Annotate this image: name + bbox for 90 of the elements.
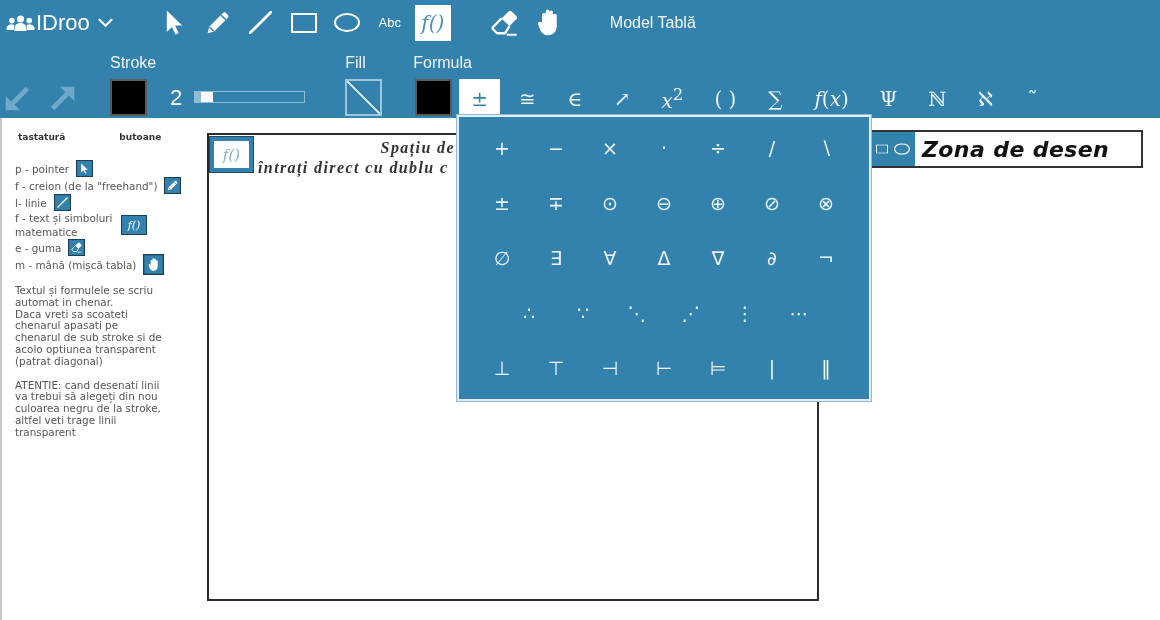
symbol-button[interactable]: | (753, 348, 791, 387)
formula-button-image: f() (121, 215, 147, 235)
shortcut-text: f - creion (de la "freehand") (15, 178, 158, 193)
zone-title: Zona de desen (922, 136, 1110, 162)
help-paragraph: Textul și formulele se scriu automat in chenar. (15, 285, 155, 309)
app-menu-button[interactable]: IDroo (6, 9, 113, 36)
column-heading: butoane (119, 131, 162, 143)
symbol-button[interactable]: ∂ (753, 238, 791, 277)
fill-label: Fill (345, 53, 366, 73)
symbol-button[interactable]: ⊤ (537, 348, 575, 387)
pencil-icon (206, 11, 229, 34)
formula-label: Formula (413, 53, 472, 73)
diagonal-line-icon (249, 11, 273, 34)
symbol-button[interactable]: ∴ (510, 293, 548, 332)
symbol-button[interactable]: ⊨ (699, 348, 737, 387)
fill-color-swatch[interactable] (345, 79, 383, 116)
symbol-button[interactable]: ÷ (699, 128, 737, 167)
symbol-button[interactable]: ⊗ (807, 183, 845, 222)
arrow-up-right-icon (50, 86, 75, 111)
symbol-button[interactable]: Δ (645, 238, 683, 277)
symbol-tab[interactable]: x$^{2}$ (649, 79, 696, 118)
column-heading: tastatură (18, 131, 66, 143)
symbol-tab[interactable]: ∑ (755, 79, 796, 118)
symbol-button[interactable]: ± (483, 183, 521, 222)
shortcut-text: p - pointer (15, 161, 70, 176)
rectangle-icon (876, 144, 888, 154)
help-paragraph: Daca vreti sa scoateti chenarul apasati pe chenarul de sub stroke si de acolo optiunea transparent (patrat diagonal) (15, 308, 163, 368)
diagonal-line-icon (53, 194, 71, 211)
symbol-tab[interactable]: ∈ (554, 79, 595, 118)
symbol-button[interactable]: / (753, 128, 791, 167)
shortcut-text: m - mână (mișcă tabla) (15, 257, 137, 272)
symbol-button[interactable]: − (537, 128, 575, 167)
slider-handle[interactable] (200, 92, 213, 102)
symbol-button[interactable]: ‖ (807, 348, 845, 387)
cursor-arrow-icon (166, 10, 184, 35)
tool-button[interactable]: Abc (371, 4, 408, 41)
help-paragraph: ATENTIE: cand desenati linii va trebui să alegeți din nou culoarea negru de la stroke, altfel veti trage linii transparent (15, 379, 162, 439)
symbol-tab[interactable]: ℕ (916, 79, 959, 118)
symbol-button[interactable]: ⊙ (591, 183, 629, 222)
symbol-tab[interactable]: ≅ (507, 79, 548, 118)
formula-color-swatch[interactable] (415, 79, 453, 116)
symbol-button[interactable]: ⊣ (591, 348, 629, 387)
eraser-icon (68, 239, 86, 256)
symbol-button[interactable]: ⊕ (699, 183, 737, 222)
formula-object[interactable]: f() (210, 137, 253, 172)
symbol-button[interactable]: ⊢ (645, 348, 683, 387)
symbol-button[interactable]: ∅ (483, 238, 521, 277)
hint-text: întrați direct cu dublu c (258, 158, 449, 178)
symbol-button[interactable]: ∓ (537, 183, 575, 222)
symbol-tab[interactable]: f(x) (802, 79, 861, 118)
symbol-tab[interactable]: ˜ (1012, 79, 1053, 118)
symbol-button[interactable]: ⊥ (483, 348, 521, 387)
rectangle-icon (290, 12, 317, 33)
symbol-button[interactable]: + (483, 128, 521, 167)
symbol-tab[interactable]: ( ) (702, 79, 749, 118)
symbol-button[interactable]: ¬ (807, 238, 845, 277)
eraser-icon (491, 9, 519, 36)
hint-text: Spațiu de (380, 138, 455, 158)
symbol-button[interactable]: ⋮ (726, 293, 764, 332)
hand-icon (143, 254, 165, 275)
symbol-button[interactable]: ⋰ (672, 293, 710, 332)
stroke-color-swatch[interactable] (110, 79, 147, 116)
tool-button[interactable]: f() (414, 4, 451, 41)
symbol-button[interactable]: ∃ (537, 238, 575, 277)
symbol-button[interactable]: ∵ (564, 293, 602, 332)
symbol-tab[interactable]: ↗ (601, 79, 643, 118)
ellipse-icon (894, 143, 910, 155)
stroke-label: Stroke (110, 53, 157, 73)
symbol-tab[interactable]: ℵ (965, 79, 1006, 118)
hand-icon (536, 9, 559, 36)
symbol-tab[interactable]: Ψ (867, 79, 910, 118)
symbol-button[interactable]: ⊘ (753, 183, 791, 222)
chevron-down-icon (97, 17, 113, 28)
symbol-button[interactable]: ∇ (699, 238, 737, 277)
stroke-width-slider[interactable] (194, 91, 306, 103)
shortcut-text: l- linie (15, 195, 47, 210)
symbol-button[interactable]: ⋱ (618, 293, 656, 332)
symbol-button[interactable]: ⊖ (645, 183, 683, 222)
arrow-down-left-icon (5, 86, 30, 111)
symbol-button[interactable]: ⋯ (780, 293, 818, 332)
pencil-icon (164, 177, 182, 194)
ellipse-icon (333, 13, 360, 32)
symbol-button[interactable]: ∀ (591, 238, 629, 277)
stroke-width-value: 2 (170, 84, 183, 112)
board-title: Model Tablă (609, 13, 696, 32)
symbol-button[interactable]: × (591, 128, 629, 167)
symbol-button[interactable]: · (645, 128, 683, 167)
symbol-button[interactable]: ∖ (807, 128, 845, 167)
shortcut-text: e - guma (15, 240, 62, 255)
people-icon (6, 14, 35, 31)
